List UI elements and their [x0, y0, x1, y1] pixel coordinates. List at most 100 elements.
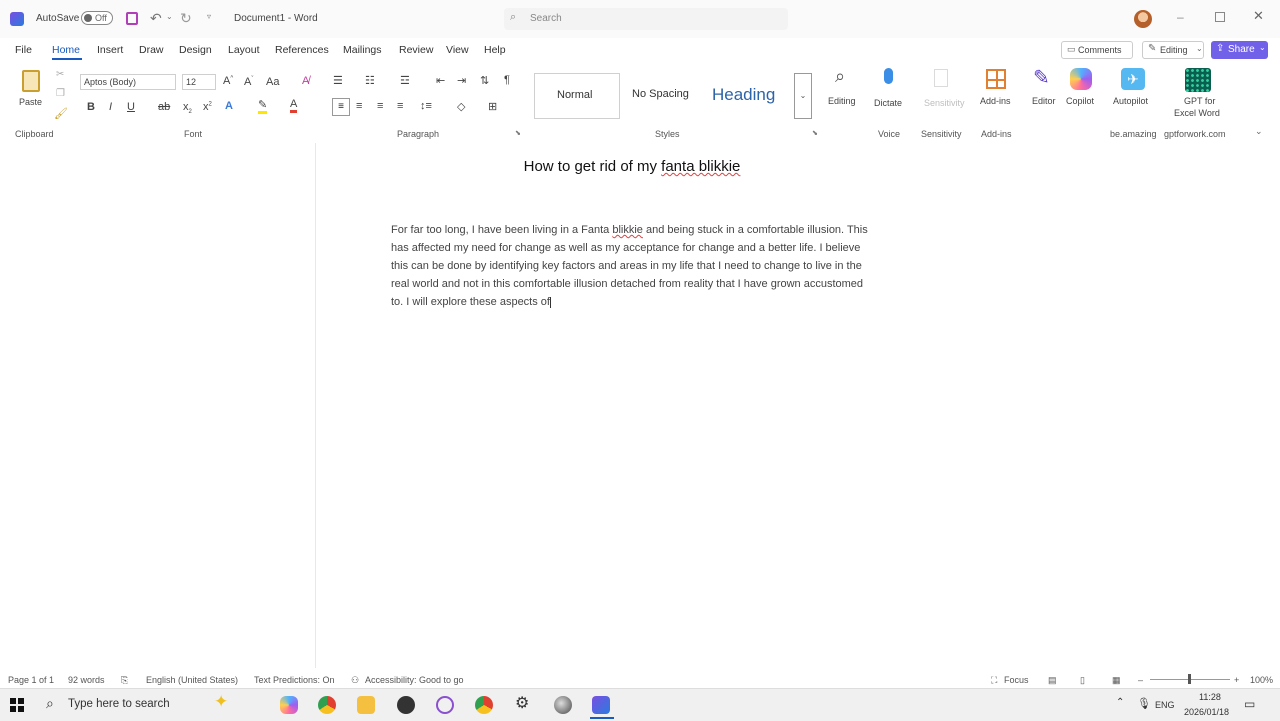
avatar[interactable]	[1134, 10, 1152, 28]
text-effects-icon[interactable]: A	[225, 100, 233, 112]
tab-mailings[interactable]: Mailings	[343, 44, 382, 56]
sensitivity-button[interactable]: Sensitivity	[924, 66, 965, 116]
language-status[interactable]: English (United States)	[146, 675, 238, 685]
zoom-in-icon[interactable]: +	[1234, 675, 1239, 685]
microphone-tray-icon[interactable]: 🎙	[1137, 697, 1151, 710]
align-left-icon[interactable]: ≡	[332, 98, 350, 116]
cut-icon[interactable]: ✂	[56, 69, 64, 80]
tab-home[interactable]: Home	[52, 44, 80, 56]
snipping-tool-icon[interactable]	[436, 696, 454, 714]
windows-start-icon[interactable]	[10, 698, 24, 712]
tab-review[interactable]: Review	[399, 44, 433, 56]
font-size-dropdown[interactable]: 12	[182, 74, 216, 90]
misspelled-word[interactable]: fanta blikkie	[661, 158, 740, 175]
clock-time[interactable]: 11:28	[1199, 692, 1221, 702]
align-right-icon[interactable]: ≡	[377, 100, 383, 112]
save-icon[interactable]	[126, 12, 138, 25]
strikethrough-icon[interactable]: ab	[158, 101, 170, 113]
bullets-icon[interactable]: ☰	[333, 74, 343, 87]
style-normal[interactable]: Normal	[534, 73, 620, 119]
clock-date[interactable]: 2026/01/18	[1184, 707, 1229, 717]
addins-button[interactable]: Add-ins	[980, 66, 1014, 116]
style-no-spacing[interactable]: No Spacing	[622, 73, 702, 119]
tab-layout[interactable]: Layout	[228, 44, 260, 56]
input-language[interactable]: ENG	[1155, 700, 1175, 710]
grow-font-icon[interactable]: A^	[223, 75, 233, 87]
borders-icon[interactable]: ⊞	[488, 100, 497, 113]
print-layout-icon[interactable]: ▯	[1080, 675, 1085, 686]
undo-icon[interactable]: ↶	[150, 10, 162, 27]
clear-formatting-icon[interactable]: A̸	[302, 75, 309, 87]
paragraph-dialog-launcher-icon[interactable]: ⬊	[515, 129, 521, 137]
word-taskbar-icon[interactable]	[592, 696, 610, 714]
comments-button[interactable]: ▭ Comments	[1061, 41, 1133, 59]
share-button[interactable]: ⇪ Share ⌄	[1211, 41, 1268, 59]
read-mode-icon[interactable]: ▤	[1048, 675, 1057, 686]
styles-dialog-launcher-icon[interactable]: ⬊	[812, 129, 818, 137]
file-explorer-icon[interactable]	[357, 696, 375, 714]
subscript-icon[interactable]: x2	[183, 101, 192, 115]
highlight-icon[interactable]: ✎	[258, 100, 268, 114]
zoom-level[interactable]: 100%	[1250, 675, 1273, 685]
zoom-slider-thumb[interactable]	[1188, 674, 1191, 684]
taskbar-search-icon[interactable]: ⌕	[46, 695, 54, 712]
tab-insert[interactable]: Insert	[97, 44, 123, 56]
editing-mode-button[interactable]: ✎ Editing ⌄	[1142, 41, 1204, 59]
sort-icon[interactable]: ⇅	[480, 74, 489, 87]
shading-icon[interactable]: ◇	[457, 100, 465, 113]
decrease-indent-icon[interactable]: ⇤	[436, 74, 445, 87]
tab-references[interactable]: References	[275, 44, 329, 56]
change-case-icon[interactable]: Aa	[266, 76, 279, 88]
gpt-for-work-button[interactable]: GPT for Excel Word	[1170, 66, 1226, 122]
customize-qat-icon[interactable]: ▿	[207, 12, 211, 21]
accessibility-status[interactable]: Accessibility: Good to go	[365, 675, 464, 685]
copy-icon[interactable]: ❐	[56, 88, 65, 99]
document-paragraph[interactable]: For far too long, I have been living in …	[391, 221, 873, 311]
increase-indent-icon[interactable]: ⇥	[457, 74, 466, 87]
document-heading[interactable]: How to get rid of my fanta blikkie	[316, 158, 948, 175]
show-marks-icon[interactable]: ¶	[504, 74, 510, 86]
taskbar-search-input[interactable]: Type here to search	[68, 698, 170, 710]
settings-icon[interactable]: ⚙	[515, 693, 529, 713]
style-heading[interactable]: Heading	[704, 73, 790, 119]
focus-mode-button[interactable]: Focus	[1004, 675, 1029, 685]
line-spacing-icon[interactable]: ↕≡	[420, 100, 432, 112]
chrome-profile-icon[interactable]	[475, 696, 493, 714]
word-count[interactable]: 92 words	[68, 675, 105, 685]
paste-icon[interactable]	[22, 70, 40, 92]
misspelled-word[interactable]: blikkie	[612, 224, 643, 236]
font-name-dropdown[interactable]: Aptos (Body)	[80, 74, 176, 90]
app-icon[interactable]	[554, 696, 572, 714]
numbering-icon[interactable]: ☷	[365, 74, 375, 87]
chrome-icon[interactable]	[318, 696, 336, 714]
styles-gallery-expand-button[interactable]: ⌄	[794, 73, 812, 119]
editing-button[interactable]: ⌕ Editing	[826, 66, 860, 116]
chevron-up-icon[interactable]: ⌃	[1116, 697, 1124, 708]
copilot-button[interactable]: Copilot	[1064, 66, 1100, 116]
bold-icon[interactable]: B	[87, 101, 95, 113]
text-predictions-status[interactable]: Text Predictions: On	[254, 675, 335, 685]
italic-icon[interactable]: I	[109, 101, 112, 113]
proofing-icon[interactable]: ⎘	[121, 675, 128, 686]
web-layout-icon[interactable]: ▦	[1112, 675, 1121, 686]
superscript-icon[interactable]: x2	[203, 101, 212, 113]
autosave-toggle[interactable]: Off	[81, 11, 113, 25]
search-box[interactable]: ⌕ Search	[504, 8, 788, 30]
underline-icon[interactable]: U	[127, 101, 135, 113]
tab-draw[interactable]: Draw	[139, 44, 164, 56]
autopilot-button[interactable]: ✈ Autopilot	[1112, 66, 1156, 116]
undo-dropdown-icon[interactable]: ⌄	[166, 12, 173, 21]
restore-icon[interactable]	[1215, 12, 1225, 22]
collapse-ribbon-icon[interactable]: ⌄	[1255, 126, 1263, 137]
justify-icon[interactable]: ≡	[397, 100, 403, 112]
format-painter-icon[interactable]: 🖌	[54, 107, 68, 120]
copilot-taskbar-icon[interactable]	[280, 696, 298, 714]
align-center-icon[interactable]: ≡	[356, 100, 362, 112]
page-count[interactable]: Page 1 of 1	[8, 675, 54, 685]
tab-file[interactable]: File	[15, 44, 32, 56]
tab-view[interactable]: View	[446, 44, 469, 56]
font-color-icon[interactable]: A	[290, 99, 298, 113]
multilevel-list-icon[interactable]: ☲	[400, 74, 410, 87]
editor-button[interactable]: ✎ Editor	[1030, 66, 1060, 116]
zoom-out-icon[interactable]: –	[1138, 675, 1143, 685]
